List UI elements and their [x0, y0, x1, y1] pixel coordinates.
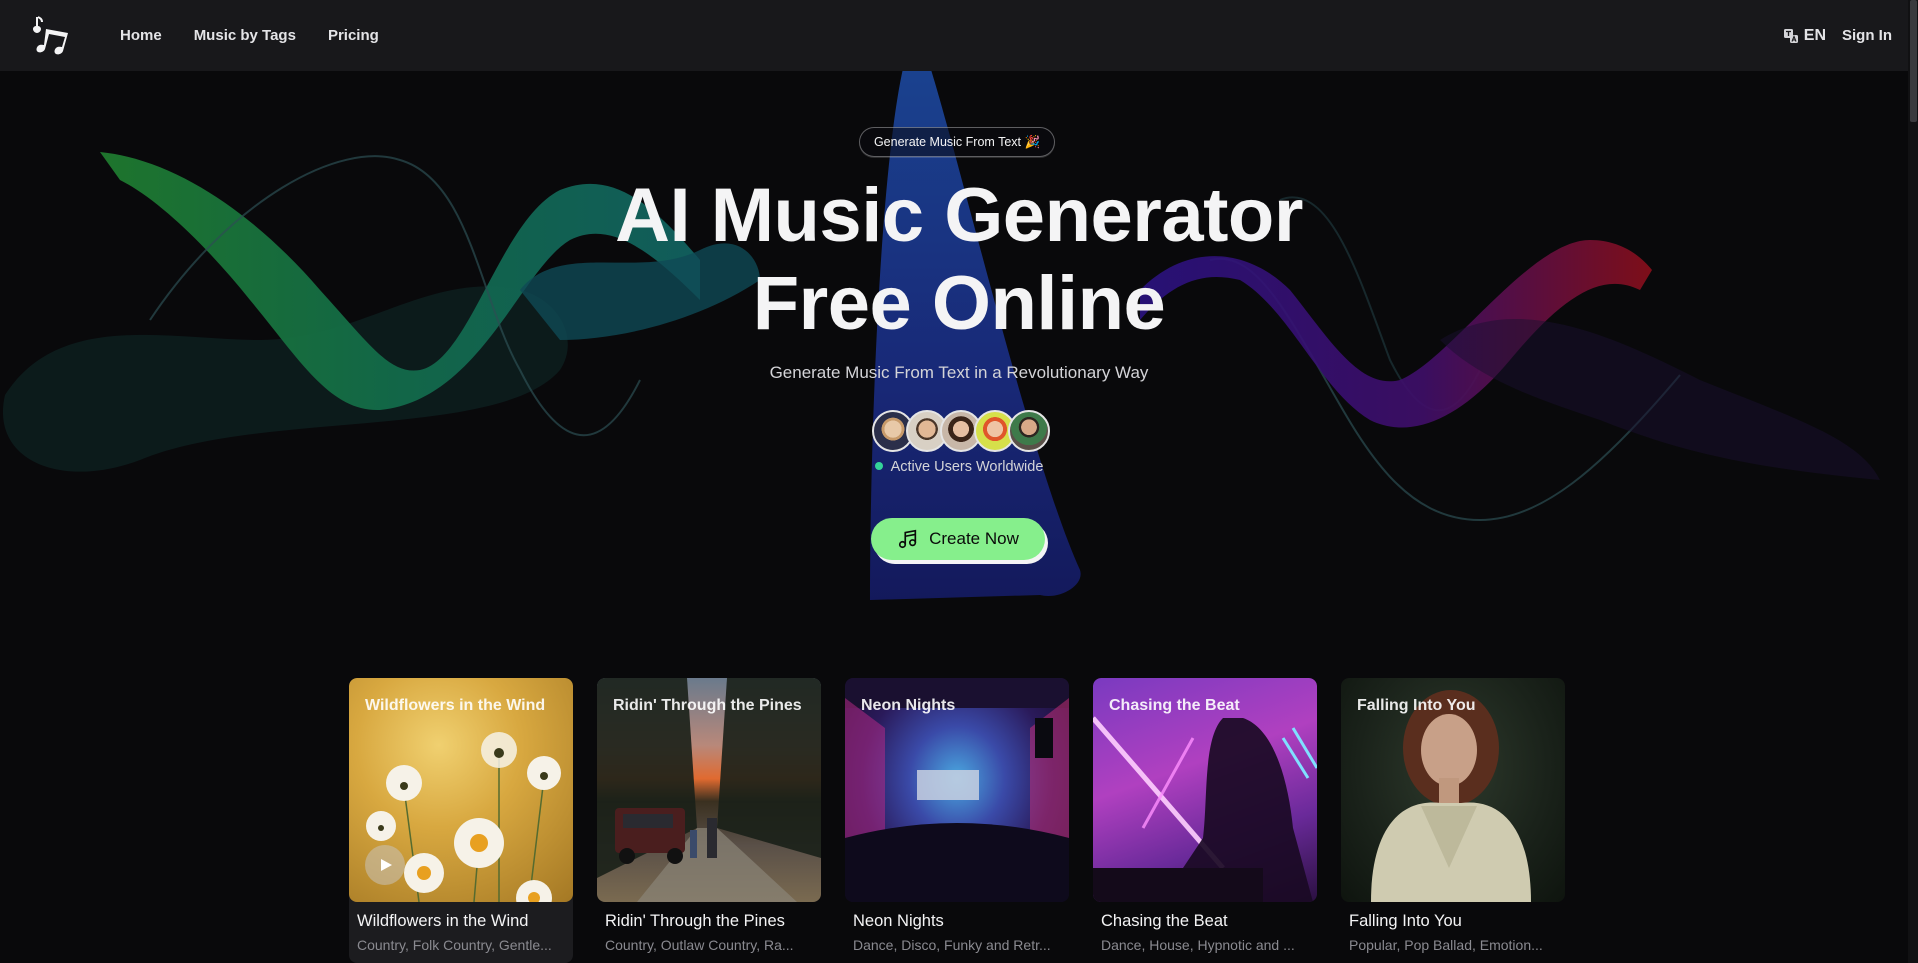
song-tags: Country, Folk Country, Gentle... — [357, 937, 552, 953]
song-cards-row: Wildflowers in the Wind Wildflowers in t… — [349, 678, 1565, 963]
active-users-indicator: Active Users Worldwide — [0, 459, 1918, 475]
song-title: Neon Nights — [853, 912, 944, 930]
user-avatars — [872, 410, 1050, 452]
song-cover-image: Chasing the Beat — [1093, 678, 1317, 902]
song-cover-title: Falling Into You — [1357, 697, 1476, 714]
generate-from-text-badge[interactable]: Generate Music From Text 🎉 — [859, 127, 1055, 157]
nav-pricing[interactable]: Pricing — [328, 27, 379, 44]
scrollbar-thumb[interactable] — [1910, 0, 1917, 122]
song-tags: Dance, Disco, Funky and Retr... — [853, 937, 1051, 953]
song-cover-title: Wildflowers in the Wind — [365, 697, 546, 714]
song-tags: Country, Outlaw Country, Ra... — [605, 937, 794, 953]
play-icon — [381, 859, 392, 871]
song-cover-image: Ridin' Through the Pines — [597, 678, 821, 902]
hero-subtitle: Generate Music From Text in a Revolution… — [769, 363, 1149, 382]
title-line-1: AI Music Generator — [615, 173, 1303, 258]
top-navigation-bar: Home Music by Tags Pricing EN Sign In — [0, 0, 1908, 71]
song-card[interactable]: Wildflowers in the Wind Wildflowers in t… — [349, 678, 573, 963]
song-cover-image: Neon Nights — [845, 678, 1069, 902]
online-dot-icon — [874, 462, 883, 470]
song-card[interactable]: Ridin' Through the Pines Ridin' Through … — [597, 678, 821, 963]
song-card[interactable]: Chasing the Beat Chasing the Beat Dance,… — [1093, 678, 1317, 963]
song-card[interactable]: Neon Nights Neon Nights Dance, Disco, Fu… — [845, 678, 1069, 963]
song-title: Ridin' Through the Pines — [605, 912, 785, 930]
song-cover-title: Chasing the Beat — [1109, 697, 1240, 714]
page: Home Music by Tags Pricing EN Sign In Ge… — [0, 0, 1918, 963]
nav-home[interactable]: Home — [120, 27, 162, 44]
header-actions: EN Sign In — [1783, 0, 1892, 71]
music-note-icon — [899, 529, 917, 549]
create-now-button[interactable]: Create Now — [871, 518, 1045, 560]
music-notes-icon[interactable] — [30, 13, 72, 55]
nav-music-by-tags[interactable]: Music by Tags — [194, 27, 296, 44]
sign-in-link[interactable]: Sign In — [1842, 27, 1892, 44]
song-cover-title: Neon Nights — [861, 697, 956, 714]
song-title: Falling Into You — [1349, 912, 1462, 930]
song-card[interactable]: Falling Into You Falling Into You Popula… — [1341, 678, 1565, 963]
song-tags: Dance, House, Hypnotic and ... — [1101, 937, 1295, 953]
song-cover-title: Ridin' Through the Pines — [613, 697, 802, 714]
song-tags: Popular, Pop Ballad, Emotion... — [1349, 937, 1543, 953]
active-users-label: Active Users Worldwide — [890, 459, 1044, 475]
language-selector[interactable]: EN — [1783, 27, 1826, 45]
page-title: AI Music Generator Free Online — [0, 172, 1918, 348]
title-line-2: Free Online — [752, 261, 1166, 346]
play-button[interactable] — [365, 845, 405, 885]
song-cover-image: Falling Into You — [1341, 678, 1565, 902]
song-title: Wildflowers in the Wind — [357, 912, 529, 930]
translate-icon — [1783, 28, 1798, 43]
avatar — [1008, 410, 1050, 452]
song-cover-image: Wildflowers in the Wind — [349, 678, 573, 902]
language-label: EN — [1803, 26, 1826, 44]
create-now-label: Create Now — [929, 529, 1019, 548]
main-nav: Home Music by Tags Pricing — [120, 0, 379, 71]
page-scrollbar[interactable] — [1908, 0, 1918, 963]
song-title: Chasing the Beat — [1101, 912, 1228, 930]
